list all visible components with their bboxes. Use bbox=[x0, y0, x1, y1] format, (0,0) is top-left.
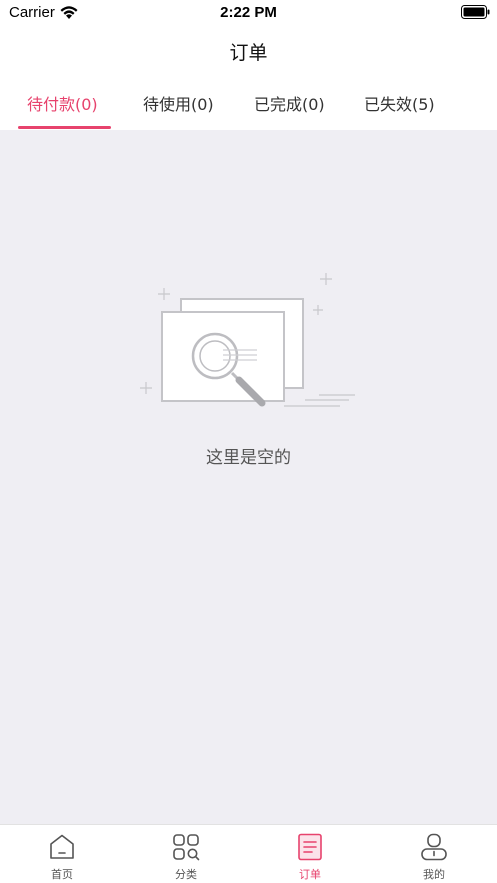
tab-to-use[interactable]: 待使用(0) bbox=[143, 91, 214, 115]
clock-time: 2:22 PM bbox=[220, 4, 277, 21]
battery-icon bbox=[461, 5, 490, 19]
navigation-bar: 订单 bbox=[0, 26, 497, 74]
tabbar-item-category[interactable]: 分类 bbox=[124, 825, 248, 883]
tabbar-label-orders: 订单 bbox=[299, 868, 321, 881]
bottom-tab-bar: 首页 分类 订单 我的 bbox=[0, 824, 497, 883]
tabbar-item-profile[interactable]: 我的 bbox=[372, 825, 496, 883]
order-icon bbox=[298, 833, 322, 861]
tabbar-label-profile: 我的 bbox=[423, 868, 445, 881]
category-icon bbox=[173, 834, 200, 861]
tab-pending-payment[interactable]: 待付款(0) bbox=[27, 91, 98, 115]
tabbar-label-home: 首页 bbox=[51, 868, 73, 881]
empty-state-message: 这里是空的 bbox=[206, 448, 291, 468]
tabbar-label-category: 分类 bbox=[175, 868, 197, 881]
tab-completed[interactable]: 已完成(0) bbox=[254, 91, 325, 115]
active-tab-indicator bbox=[18, 126, 111, 129]
status-bar: Carrier 2:22 PM bbox=[0, 0, 497, 26]
order-list-area[interactable]: 这里是空的 bbox=[0, 130, 497, 824]
profile-icon bbox=[421, 833, 447, 861]
tab-expired[interactable]: 已失效(5) bbox=[364, 91, 435, 115]
order-status-tabs: 待付款(0) 待使用(0) 已完成(0) 已失效(5) bbox=[0, 74, 497, 130]
tabbar-item-orders[interactable]: 订单 bbox=[248, 825, 372, 883]
home-icon bbox=[50, 834, 74, 859]
empty-search-illustration-icon bbox=[140, 273, 355, 407]
tabbar-item-home[interactable]: 首页 bbox=[0, 825, 124, 883]
page-title: 订单 bbox=[229, 42, 268, 64]
